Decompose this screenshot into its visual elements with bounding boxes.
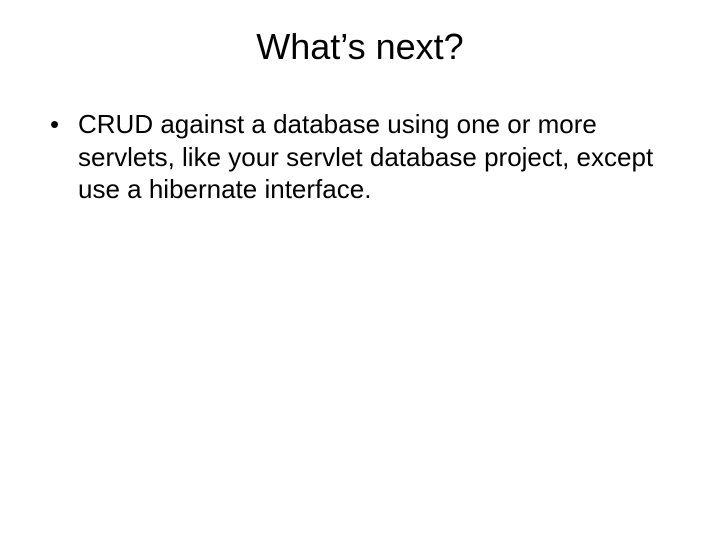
list-item: • CRUD against a database using one or m… bbox=[50, 108, 670, 206]
slide-title: What’s next? bbox=[0, 0, 720, 78]
slide: What’s next? • CRUD against a database u… bbox=[0, 0, 720, 540]
bullet-marker-icon: • bbox=[50, 108, 59, 141]
slide-content: • CRUD against a database using one or m… bbox=[0, 78, 720, 206]
bullet-list: • CRUD against a database using one or m… bbox=[50, 108, 670, 206]
bullet-text: CRUD against a database using one or mor… bbox=[78, 109, 653, 204]
